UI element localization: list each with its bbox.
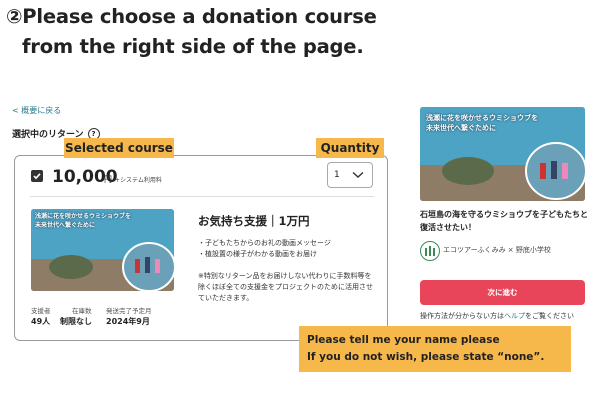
price-unit: 円	[104, 175, 112, 184]
stat-supporters-label: 支援者	[31, 307, 51, 315]
back-to-overview-link[interactable]: < 概要に戻る	[12, 105, 61, 116]
course-checkbox[interactable]	[31, 170, 43, 182]
card-divider	[30, 196, 374, 197]
stat-shipping-label: 発送完了予定月	[106, 307, 152, 315]
name-request-notice: Please tell me your name please If you d…	[299, 326, 571, 372]
reward-note: ※特別なリターン品をお届けしない代わりに手数料等を除くほぼ全ての支援金をプロジェ…	[198, 272, 373, 302]
stat-supporters-value: 49人	[31, 317, 51, 326]
next-button[interactable]: 次に進む	[420, 280, 585, 305]
reward-title: お気持ち支援｜1万円	[198, 214, 310, 228]
instruction-heading: ②Please choose a donation course from th…	[6, 2, 377, 62]
project-image-caption: 浅瀬に花を咲かせるウミショウブを 未来世代へ繋ぐために	[426, 114, 538, 132]
thumbnail-caption: 浅瀬に花を咲かせるウミショウブを 未来世代へ繋ぐために	[35, 213, 132, 229]
chevron-down-icon[interactable]	[352, 171, 364, 179]
selected-course-label: Selected course	[64, 138, 174, 158]
help-link[interactable]: ヘルプ	[504, 312, 525, 320]
quantity-value: 1	[334, 170, 340, 180]
org-name[interactable]: エコツアーふくみみ × 野底小学校	[443, 245, 551, 255]
course-thumbnail: 浅瀬に花を咲かせるウミショウブを 未来世代へ繋ぐために	[31, 209, 174, 291]
project-title: 石垣島の海を守るウミショウブを子どもたちと復活させたい！	[420, 210, 588, 232]
reward-items: ・子どもたちからのお礼の動画メッセージ ・植設置の様子がわかる動画をお届け	[198, 238, 331, 260]
notice-line-2: If you do not wish, please state “none”.	[307, 351, 545, 363]
stat-stock-value: 制限なし	[60, 317, 92, 326]
stat-stock-label: 在庫数	[72, 307, 92, 315]
reward-item: ・子どもたちからのお礼の動画メッセージ	[198, 239, 331, 247]
check-icon	[33, 173, 41, 180]
reward-item: ・植設置の様子がわかる動画をお届け	[198, 250, 317, 258]
project-image: 浅瀬に花を咲かせるウミショウブを 未来世代へ繋ぐために	[420, 107, 585, 201]
quantity-label: Quantity	[316, 138, 384, 158]
price-note: +システム利用料	[115, 177, 162, 184]
help-text: 操作方法が分からない方はヘルプをご覧ください	[420, 312, 574, 320]
notice-line-1: Please tell me your name please	[307, 334, 500, 346]
instruction-line-1: ②Please choose a donation course	[6, 5, 377, 28]
stat-shipping-value: 2024年9月	[106, 317, 150, 326]
org-logo-icon	[420, 241, 440, 261]
instruction-line-2: from the right side of the page.	[22, 35, 364, 58]
